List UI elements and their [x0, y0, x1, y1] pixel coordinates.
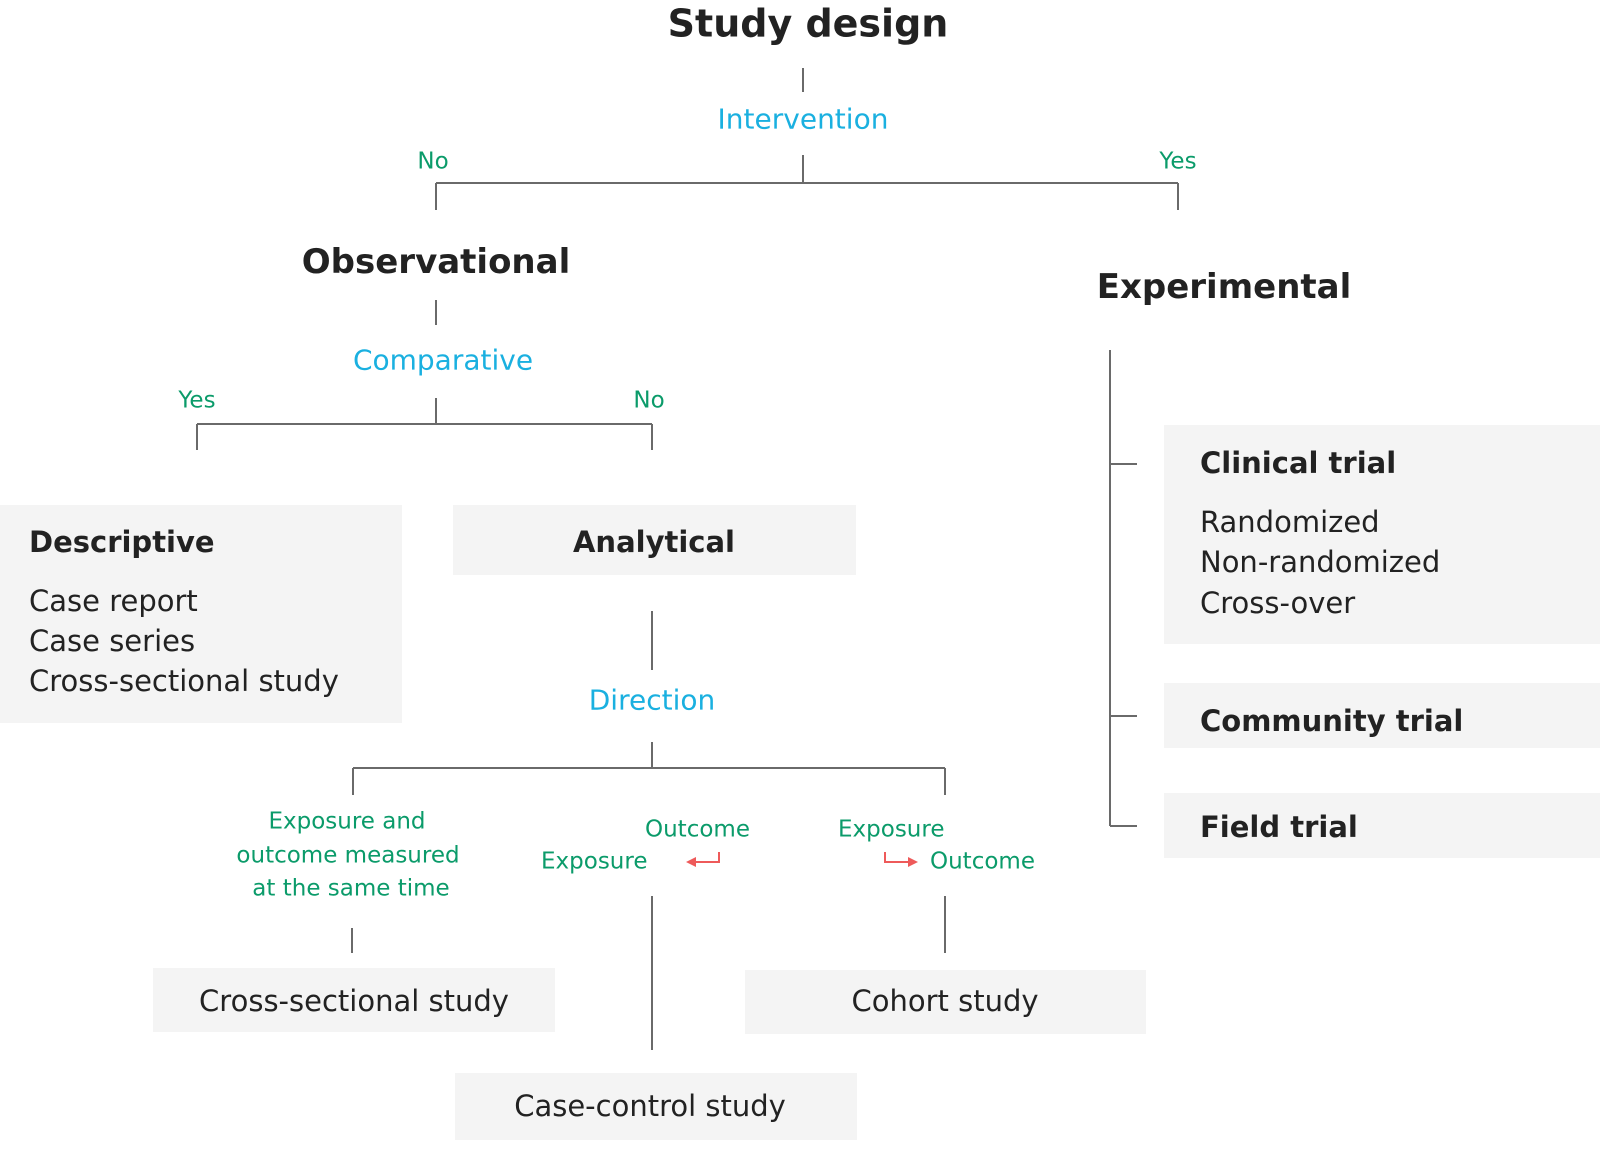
intervention-no: No: [417, 148, 449, 175]
page-title: Study design: [667, 1, 949, 46]
case-control-label: Case-control study: [514, 1088, 786, 1123]
intervention-yes: Yes: [1159, 148, 1197, 175]
same-time-label: outcome measured: [236, 842, 460, 869]
comparative-question: Comparative: [352, 343, 534, 377]
experimental-heading: Experimental: [1096, 266, 1352, 307]
descriptive-item: Case report: [29, 583, 198, 618]
clinical-trial-item: Randomized: [1200, 504, 1380, 539]
intervention-question: Intervention: [717, 102, 889, 136]
clinical-trial-item: Non-randomized: [1200, 544, 1441, 579]
comparative-yes: Yes: [178, 387, 216, 414]
study-design-diagram: Study design Intervention No Yes Observa…: [0, 0, 1600, 1164]
same-time-label: Exposure and: [268, 808, 426, 835]
arrow-right-icon: [884, 852, 918, 867]
retro-exposure-label: Exposure: [541, 848, 648, 875]
community-trial-heading: Community trial: [1200, 703, 1464, 738]
clinical-trial-item: Cross-over: [1200, 585, 1356, 620]
analytical-heading: Analytical: [572, 524, 736, 559]
prosp-outcome-label: Outcome: [930, 848, 1035, 875]
descriptive-heading: Descriptive: [29, 524, 215, 559]
field-trial-heading: Field trial: [1200, 809, 1358, 844]
comparative-no: No: [633, 387, 665, 414]
observational-heading: Observational: [301, 241, 571, 282]
arrow-left-icon: [686, 852, 720, 867]
cohort-label: Cohort study: [851, 983, 1039, 1018]
direction-question: Direction: [588, 683, 716, 717]
prosp-exposure-label: Exposure: [838, 816, 945, 843]
descriptive-item: Case series: [29, 623, 196, 658]
same-time-label: at the same time: [252, 875, 450, 902]
cross-sectional-label: Cross-sectional study: [199, 983, 509, 1018]
clinical-trial-heading: Clinical trial: [1200, 445, 1397, 480]
descriptive-item: Cross-sectional study: [29, 663, 339, 698]
retro-outcome-label: Outcome: [645, 816, 750, 843]
